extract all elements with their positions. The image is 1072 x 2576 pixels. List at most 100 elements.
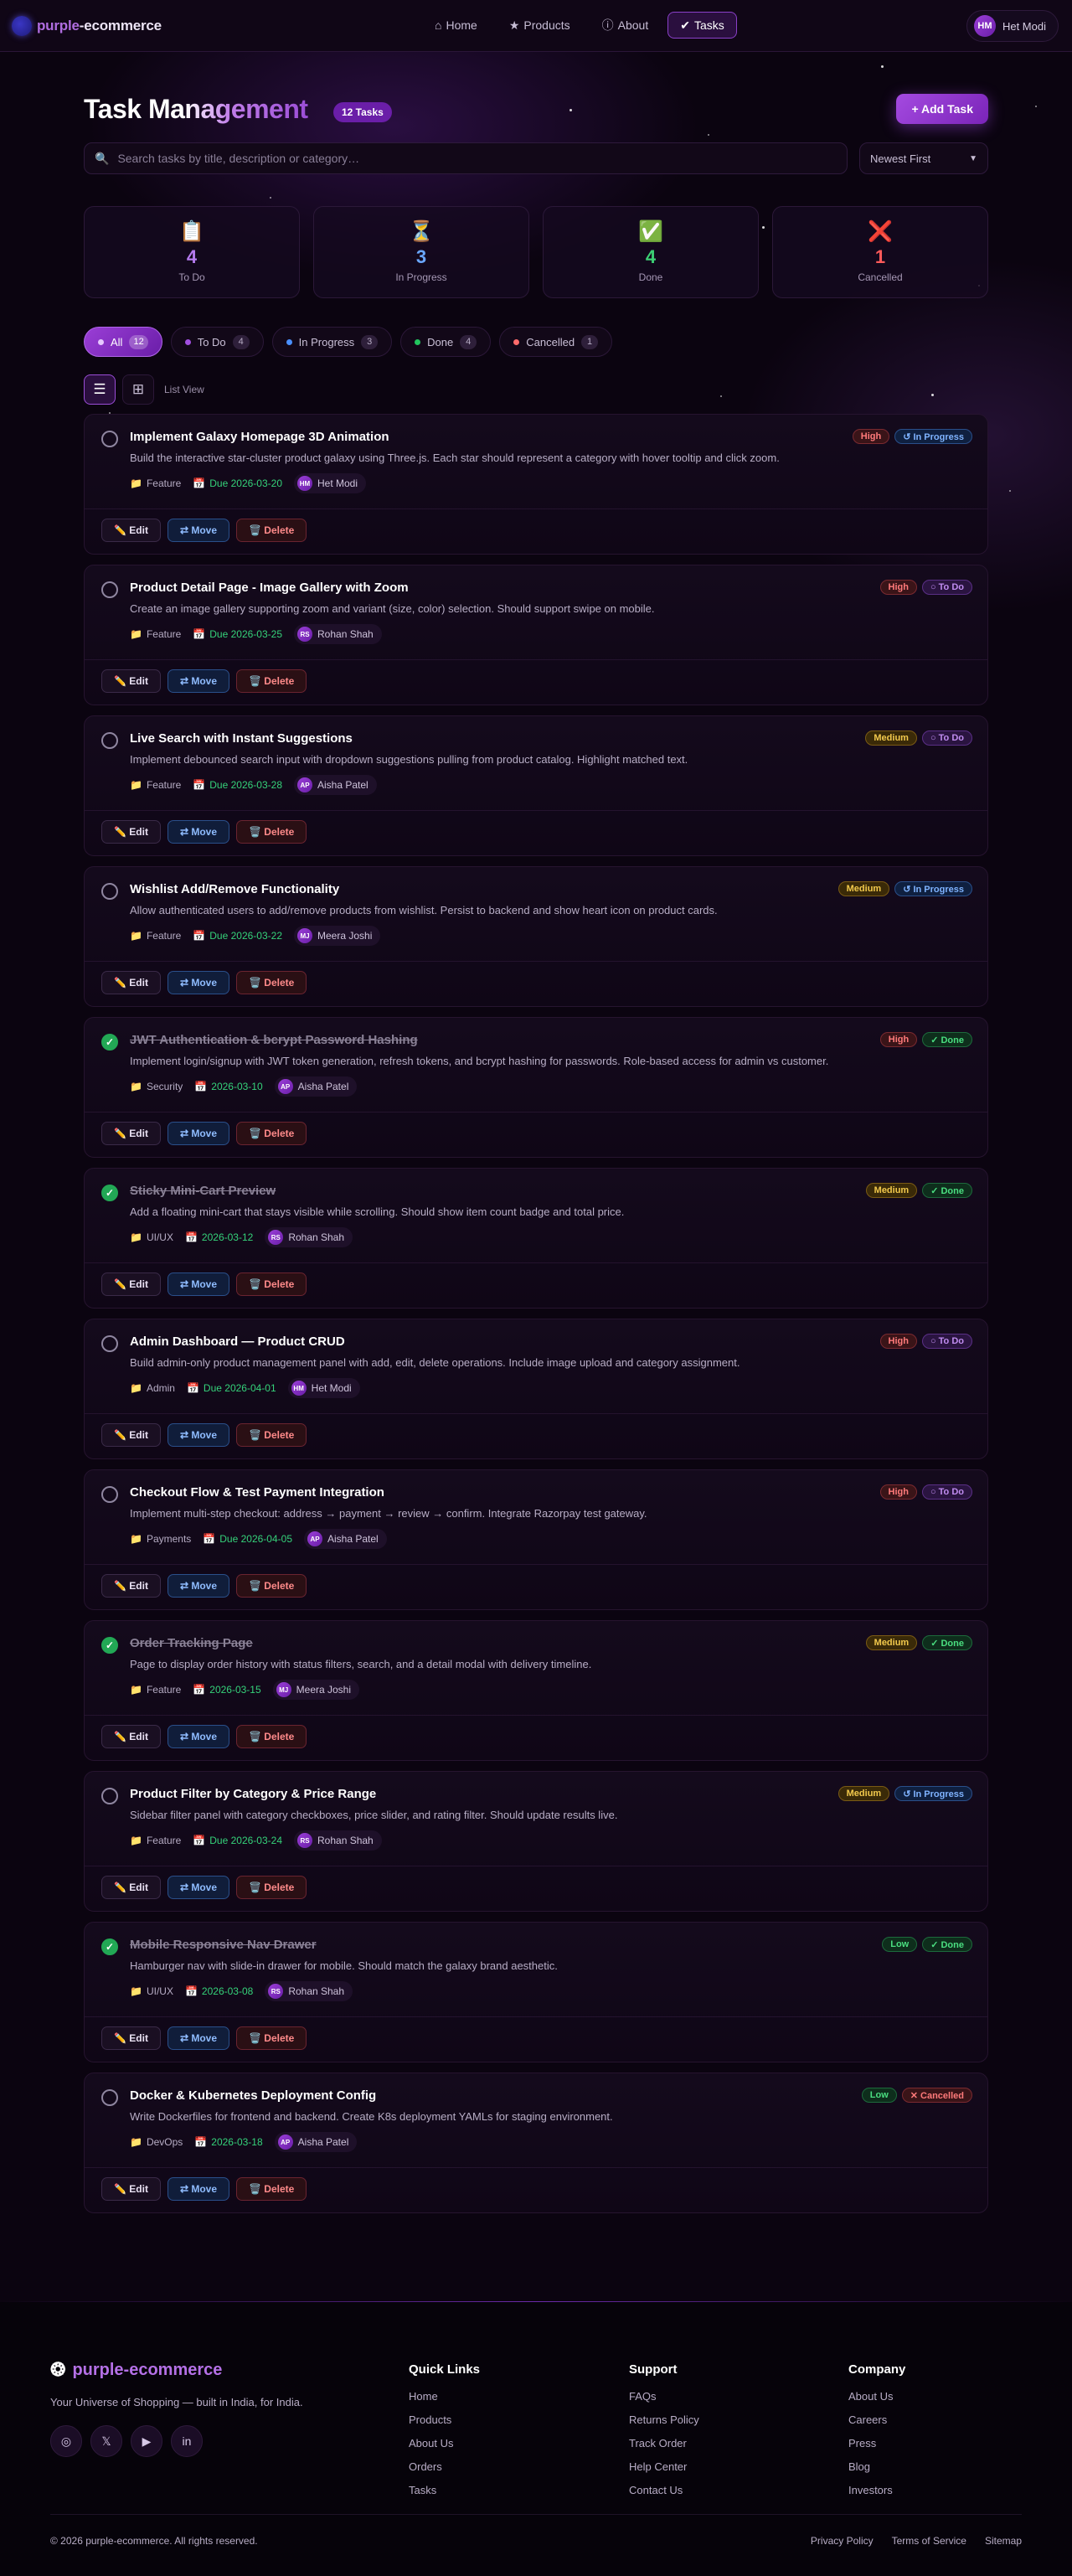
edit-button[interactable]: ✏️ Edit [101, 1574, 161, 1598]
edit-button[interactable]: ✏️ Edit [101, 1876, 161, 1899]
stat-card: ⏳ 3 In Progress [313, 206, 529, 298]
move-button[interactable]: ⇄ Move [167, 1574, 230, 1598]
footer-link[interactable]: Blog [848, 2460, 905, 2473]
edit-button[interactable]: ✏️ Edit [101, 519, 161, 542]
task-assignee: HM Het Modi [287, 1378, 360, 1398]
add-task-button[interactable]: + Add Task [896, 94, 988, 124]
footer-link[interactable]: FAQs [629, 2390, 699, 2403]
footer-link[interactable]: Investors [848, 2484, 905, 2496]
move-button[interactable]: ⇄ Move [167, 1122, 230, 1145]
due-date-text: Due 2026-03-24 [209, 1835, 282, 1846]
task-checkbox[interactable] [101, 1788, 118, 1804]
card-divider [85, 659, 987, 660]
move-button[interactable]: ⇄ Move [167, 1876, 230, 1899]
filter-done[interactable]: Done 4 [400, 327, 492, 357]
move-button[interactable]: ⇄ Move [167, 1273, 230, 1296]
delete-button[interactable]: 🗑️ Delete [236, 1273, 307, 1296]
delete-button[interactable]: 🗑️ Delete [236, 669, 307, 693]
delete-button[interactable]: 🗑️ Delete [236, 1574, 307, 1598]
task-checkbox[interactable]: ✓ [101, 1185, 118, 1201]
edit-button[interactable]: ✏️ Edit [101, 1273, 161, 1296]
move-button[interactable]: ⇄ Move [167, 2026, 230, 2050]
task-checkbox[interactable] [101, 1335, 118, 1352]
delete-button[interactable]: 🗑️ Delete [236, 2177, 307, 2201]
footer-link[interactable]: Track Order [629, 2437, 699, 2450]
stat-label: To Do [178, 271, 205, 283]
task-checkbox[interactable]: ✓ [101, 1637, 118, 1654]
move-button[interactable]: ⇄ Move [167, 971, 230, 994]
task-checkbox[interactable] [101, 581, 118, 598]
move-button[interactable]: ⇄ Move [167, 669, 230, 693]
footer-bottom-link[interactable]: Sitemap [985, 2535, 1022, 2547]
move-button[interactable]: ⇄ Move [167, 2177, 230, 2201]
delete-button[interactable]: 🗑️ Delete [236, 1876, 307, 1899]
footer-link[interactable]: Help Center [629, 2460, 699, 2473]
task-checkbox[interactable] [101, 431, 118, 447]
delete-button[interactable]: 🗑️ Delete [236, 2026, 307, 2050]
task-checkbox[interactable]: ✓ [101, 1938, 118, 1955]
edit-button[interactable]: ✏️ Edit [101, 2177, 161, 2201]
footer-link[interactable]: Orders [409, 2460, 480, 2473]
delete-button[interactable]: 🗑️ Delete [236, 820, 307, 844]
footer-link[interactable]: About Us [848, 2390, 905, 2403]
x-icon[interactable]: 𝕏 [90, 2425, 122, 2457]
footer-link[interactable]: Returns Policy [629, 2413, 699, 2426]
edit-button[interactable]: ✏️ Edit [101, 1423, 161, 1447]
nav-about[interactable]: ⓘ About [590, 12, 662, 39]
priority-badge: Medium [865, 1183, 918, 1198]
list-view-button[interactable]: ☰ [84, 374, 116, 405]
footer-bottom-link[interactable]: Terms of Service [892, 2535, 966, 2547]
assignee-name: Rohan Shah [288, 1985, 345, 1997]
delete-button[interactable]: 🗑️ Delete [236, 971, 307, 994]
nav-tasks[interactable]: ✔ Tasks [667, 12, 737, 39]
footer-link[interactable]: About Us [409, 2437, 480, 2450]
filter-in-progress[interactable]: In Progress 3 [271, 327, 393, 357]
edit-button[interactable]: ✏️ Edit [101, 820, 161, 844]
footer-link[interactable]: Press [848, 2437, 905, 2450]
footer-link[interactable]: Tasks [409, 2484, 480, 2496]
task-checkbox[interactable]: ✓ [101, 1034, 118, 1051]
move-button[interactable]: ⇄ Move [167, 820, 230, 844]
move-button[interactable]: ⇄ Move [167, 1423, 230, 1447]
footer-link[interactable]: Products [409, 2413, 480, 2426]
brand-logo[interactable]: purple-ecommerce [12, 15, 162, 36]
user-menu[interactable]: HM Het Modi [966, 10, 1059, 42]
nav-products[interactable]: ★ Products [497, 12, 583, 39]
footer-bottom-link[interactable]: Privacy Policy [811, 2535, 874, 2547]
footer-link[interactable]: Home [409, 2390, 480, 2403]
delete-button[interactable]: 🗑️ Delete [236, 519, 307, 542]
footer-brand[interactable]: ❂ purple-ecommerce [50, 2359, 303, 2381]
filter-all[interactable]: All 12 [84, 327, 162, 357]
nav-home[interactable]: ⌂ Home [422, 12, 490, 39]
delete-button[interactable]: 🗑️ Delete [236, 1725, 307, 1748]
edit-button[interactable]: ✏️ Edit [101, 669, 161, 693]
search-input[interactable] [117, 152, 805, 165]
task-card: Docker & Kubernetes Deployment Config Wri… [84, 2073, 988, 2213]
task-card: Wishlist Add/Remove Functionality Allow a… [84, 866, 988, 1007]
delete-button[interactable]: 🗑️ Delete [236, 1122, 307, 1145]
instagram-icon[interactable]: ◎ [50, 2425, 82, 2457]
task-checkbox[interactable] [101, 732, 118, 749]
move-button[interactable]: ⇄ Move [167, 1725, 230, 1748]
edit-button[interactable]: ✏️ Edit [101, 971, 161, 994]
task-badges: Low ✓ Done [882, 1937, 972, 1952]
filter-to-do[interactable]: To Do 4 [170, 327, 264, 357]
task-checkbox[interactable] [101, 883, 118, 900]
task-checkbox[interactable] [101, 2089, 118, 2106]
search-bar: 🔍 [84, 142, 848, 174]
move-button[interactable]: ⇄ Move [167, 519, 230, 542]
filter-cancelled[interactable]: Cancelled 1 [499, 327, 613, 357]
delete-button[interactable]: 🗑️ Delete [236, 1423, 307, 1447]
task-checkbox[interactable] [101, 1486, 118, 1503]
star-decoration [1009, 490, 1011, 492]
sort-select[interactable]: Newest First ▼ [859, 142, 988, 174]
linkedin-icon[interactable]: in [171, 2425, 203, 2457]
footer-link[interactable]: Careers [848, 2413, 905, 2426]
edit-button[interactable]: ✏️ Edit [101, 2026, 161, 2050]
footer-link[interactable]: Contact Us [629, 2484, 699, 2496]
grid-view-button[interactable]: ⊞ [122, 374, 154, 405]
youtube-icon[interactable]: ▶ [131, 2425, 162, 2457]
card-divider [85, 810, 987, 811]
edit-button[interactable]: ✏️ Edit [101, 1725, 161, 1748]
edit-button[interactable]: ✏️ Edit [101, 1122, 161, 1145]
